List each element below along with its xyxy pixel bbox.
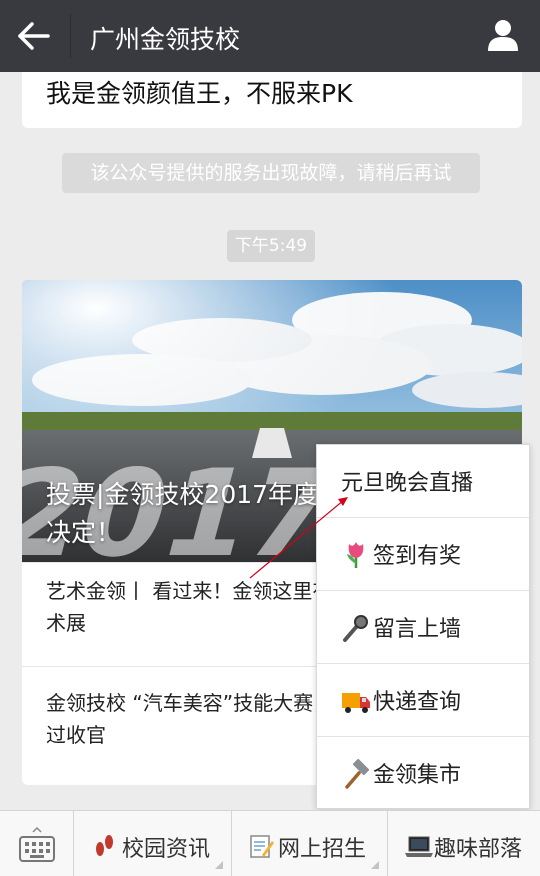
keyboard-icon <box>19 826 55 862</box>
keyboard-toggle-button[interactable] <box>0 811 74 876</box>
submenu-item-express[interactable]: 快递查询 <box>317 664 529 737</box>
menu-label: 网上招生 <box>278 837 367 862</box>
submenu-popup: 元旦晚会直播 签到有奖 留言上墙 快递查询 金领集市 <box>316 444 530 809</box>
hammer-icon <box>345 759 370 789</box>
submenu-item-market[interactable]: 金领集市 <box>317 737 529 810</box>
submenu-item-label: 留言上墙 <box>373 617 462 642</box>
menu-fun-tribe[interactable]: 趣味部落 <box>388 811 540 876</box>
bottom-menu-bar: 校园资讯 网上招生 趣味部落 <box>0 810 540 876</box>
truck-icon <box>342 693 370 713</box>
previous-message-text: 我是金领颜值王，不服来PK <box>46 79 353 108</box>
submenu-item-gala-live[interactable]: 元旦晚会直播 <box>317 445 529 518</box>
submenu-indicator <box>215 861 223 869</box>
submenu-item-label: 快递查询 <box>373 690 462 715</box>
tulip-icon <box>347 542 364 568</box>
menu-label: 趣味部落 <box>434 837 523 862</box>
menu-campus-news[interactable]: 校园资讯 <box>74 811 232 876</box>
menu-online-enrollment[interactable]: 网上招生 <box>232 811 388 876</box>
previous-message-card[interactable]: 我是金领颜值王，不服来PK <box>22 72 522 128</box>
top-bar: 广州金领技校 <box>0 0 540 72</box>
submenu-item-label: 金领集市 <box>373 763 462 788</box>
page-title: 广州金领技校 <box>90 25 241 54</box>
microphone-icon <box>343 615 368 642</box>
submenu-item-label: 签到有奖 <box>373 544 462 569</box>
submenu-indicator <box>371 861 379 869</box>
user-profile-icon[interactable] <box>486 18 520 52</box>
header-divider <box>70 14 71 58</box>
laptop-icon <box>405 836 433 857</box>
submenu-item-checkin[interactable]: 签到有奖 <box>317 518 529 591</box>
submenu-item-message-wall[interactable]: 留言上墙 <box>317 591 529 664</box>
footprints-icon <box>96 835 113 856</box>
submenu-item-label: 元旦晚会直播 <box>341 471 474 496</box>
menu-label: 校园资讯 <box>122 837 211 862</box>
message-timestamp: 下午5:49 <box>227 230 315 262</box>
system-notice: 该公众号提供的服务出现故障，请稍后再试 <box>62 153 480 193</box>
memo-icon <box>250 835 274 858</box>
back-arrow-icon[interactable] <box>14 18 54 54</box>
